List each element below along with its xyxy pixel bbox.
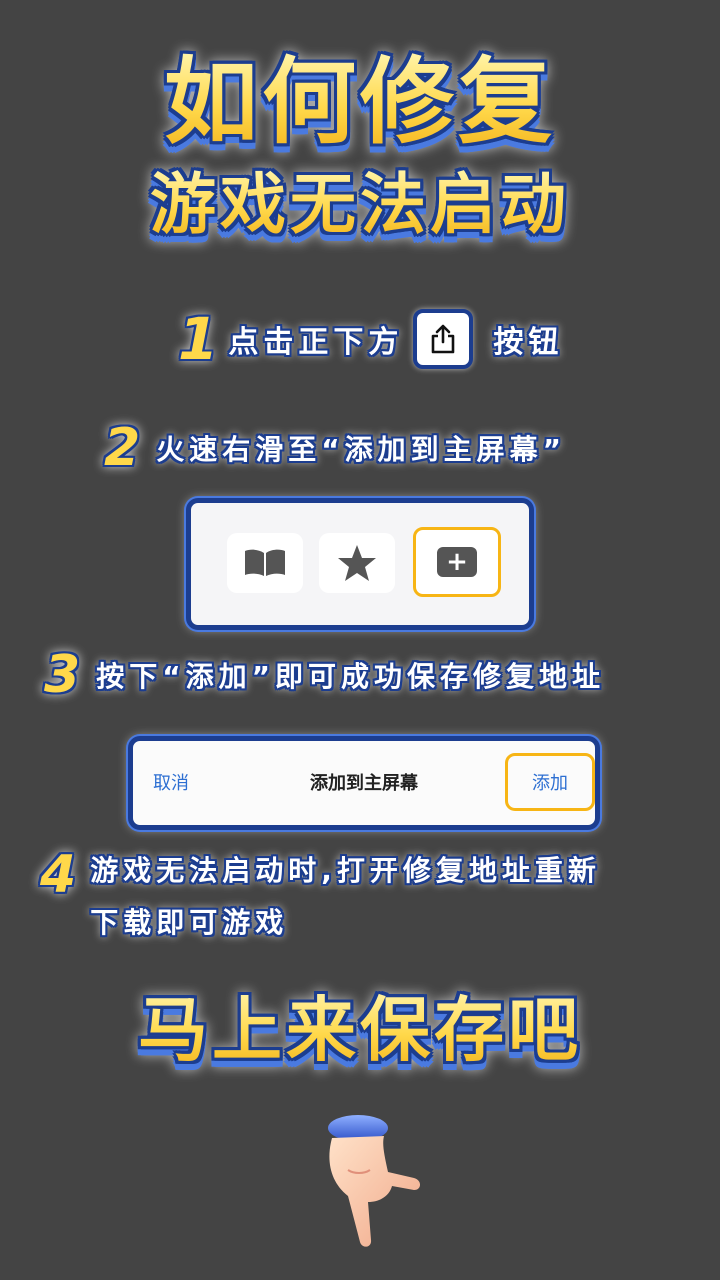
step-2: 2 火速右滑至“添加到主屏幕”	[104, 418, 566, 478]
share-icon	[432, 324, 455, 354]
add-to-home-dialog: 取消 添加到主屏幕 添加	[128, 736, 600, 830]
step-2-text: 火速右滑至“添加到主屏幕”	[156, 433, 566, 466]
step-4-text-line-1: 游戏无法启动时,打开修复地址重新	[90, 854, 601, 887]
bookmarks-button[interactable]	[227, 533, 303, 593]
step-3-number: 3	[44, 645, 81, 705]
pointing-hand-icon	[328, 1115, 420, 1247]
step-4: 4 游戏无法启动时,打开修复地址重新 下载即可游戏	[40, 845, 601, 949]
share-actions-panel: +	[186, 498, 534, 630]
share-button[interactable]	[413, 309, 474, 369]
star-icon	[338, 545, 376, 581]
favorite-button[interactable]	[319, 533, 395, 593]
title-line-1: 如何修复	[0, 48, 720, 158]
step-1-text-after: 按钮	[493, 325, 564, 360]
add-button[interactable]: 添加	[505, 753, 595, 811]
step-4-number: 4	[40, 845, 77, 905]
call-to-action: 马上来保存吧	[0, 985, 720, 1075]
step-3: 3 按下“添加”即可成功保存修复地址	[44, 645, 605, 705]
step-3-text: 按下“添加”即可成功保存修复地址	[96, 660, 605, 693]
title-line-2: 游戏无法启动	[0, 165, 720, 245]
add-to-home-button[interactable]: +	[413, 527, 501, 597]
step-4-text-line-2: 下载即可游戏	[90, 906, 289, 939]
step-1-number: 1	[178, 305, 219, 373]
step-2-number: 2	[104, 418, 141, 478]
step-1-text: 点击正下方	[228, 325, 404, 360]
add-to-home-icon: +	[437, 547, 477, 577]
book-icon	[245, 549, 285, 576]
step-1: 1 点击正下方 按钮	[178, 305, 563, 373]
